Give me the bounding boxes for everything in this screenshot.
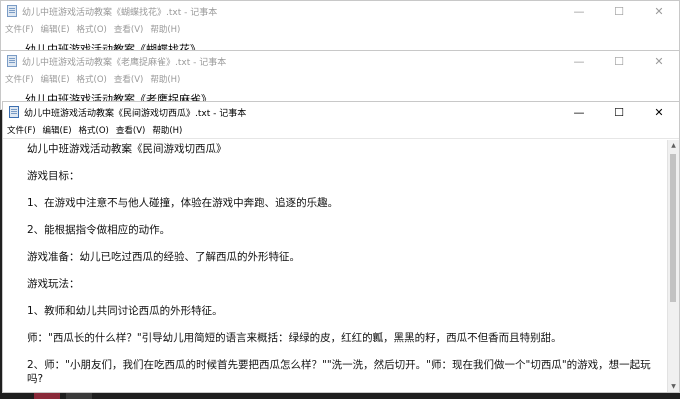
maximize-button[interactable]: ☐ [599,51,639,71]
menu-bar: 文件(F) 编辑(E) 格式(O) 查看(V) 帮助(H) [1,21,679,37]
maximize-button[interactable]: ☐ [599,102,639,122]
menu-bar: 文件(F) 编辑(E) 格式(O) 查看(V) 帮助(H) [1,71,679,87]
text-line: 幼儿中班游戏活动教案《民间游戏切西瓜》 [27,143,227,155]
minimize-button[interactable]: — [559,51,599,71]
menu-file[interactable]: 文件(F) [7,124,36,136]
text-line: 1、教师和幼儿共同讨论西瓜的外形特征。 [27,305,223,317]
minimize-button[interactable]: — [559,102,599,122]
taskbar-app-button[interactable] [34,393,60,399]
window-title: 幼儿中班游戏活动教案《老鹰捉麻雀》.txt - 记事本 [22,57,227,68]
notepad-icon [9,106,19,118]
scrollbar-thumb[interactable] [670,154,676,302]
text-line: 游戏目标： [27,170,80,182]
text-line: 游戏玩法： [27,278,80,290]
menu-help[interactable]: 帮助(H) [150,23,180,35]
notepad-icon [7,5,17,17]
menu-edit[interactable]: 编辑(E) [41,23,70,35]
text-line: 游戏准备：幼儿已吃过西瓜的经验、了解西瓜的外形特征。 [27,251,300,263]
menu-edit[interactable]: 编辑(E) [43,124,72,136]
vertical-scrollbar[interactable]: ▲ ▼ [667,140,679,392]
scroll-up-icon[interactable]: ▲ [668,140,679,151]
text-editor[interactable]: 幼儿中班游戏活动教案《民间游戏切西瓜》 游戏目标： 1、在游戏中注意不与他人碰撞… [3,140,668,392]
menu-help[interactable]: 帮助(H) [150,73,180,85]
menu-format[interactable]: 格式(O) [79,124,109,136]
close-button[interactable]: ✕ [639,102,679,122]
maximize-button[interactable]: ☐ [599,1,639,21]
text-line: 1、在游戏中注意不与他人碰撞，体验在游戏中奔跑、追逐的乐趣。 [27,197,339,209]
title-bar[interactable]: 幼儿中班游戏活动教案《民间游戏切西瓜》.txt - 记事本 — ☐ ✕ [3,102,679,122]
menu-file[interactable]: 文件(F) [5,73,34,85]
notepad-window-watermelon[interactable]: 幼儿中班游戏活动教案《民间游戏切西瓜》.txt - 记事本 — ☐ ✕ 文件(F… [2,101,680,393]
taskbar-app-button[interactable] [66,393,92,399]
menu-bar: 文件(F) 编辑(E) 格式(O) 查看(V) 帮助(H) [3,122,679,139]
window-title: 幼儿中班游戏活动教案《民间游戏切西瓜》.txt - 记事本 [24,108,247,119]
notepad-icon [7,55,17,67]
minimize-button[interactable]: — [559,1,599,21]
menu-edit[interactable]: 编辑(E) [41,73,70,85]
text-line: 2、师："小朋友们，我们在吃西瓜的时候首先要把西瓜怎么样？""洗一洗，然后切开。… [27,359,651,385]
scroll-down-icon[interactable]: ▼ [668,381,679,392]
title-bar[interactable]: 幼儿中班游戏活动教案《蝴蝶找花》.txt - 记事本 — ☐ ✕ [1,1,679,21]
menu-format[interactable]: 格式(O) [77,73,107,85]
close-button[interactable]: ✕ [639,1,679,21]
text-line: 2、能根据指令做相应的动作。 [27,224,171,236]
menu-view[interactable]: 查看(V) [114,73,143,85]
menu-view[interactable]: 查看(V) [114,23,143,35]
text-line: 师："西瓜长的什么样？"引导幼儿用简短的语言来概括：绿绿的皮，红红的瓤，黑黑的籽… [27,332,562,344]
menu-help[interactable]: 帮助(H) [152,124,182,136]
taskbar [0,393,680,399]
title-bar[interactable]: 幼儿中班游戏活动教案《老鹰捉麻雀》.txt - 记事本 — ☐ ✕ [1,51,679,71]
window-title: 幼儿中班游戏活动教案《蝴蝶找花》.txt - 记事本 [22,7,218,18]
menu-format[interactable]: 格式(O) [77,23,107,35]
close-button[interactable]: ✕ [639,51,679,71]
editor-area: 幼儿中班游戏活动教案《民间游戏切西瓜》 游戏目标： 1、在游戏中注意不与他人碰撞… [3,140,679,392]
menu-view[interactable]: 查看(V) [116,124,145,136]
menu-file[interactable]: 文件(F) [5,23,34,35]
